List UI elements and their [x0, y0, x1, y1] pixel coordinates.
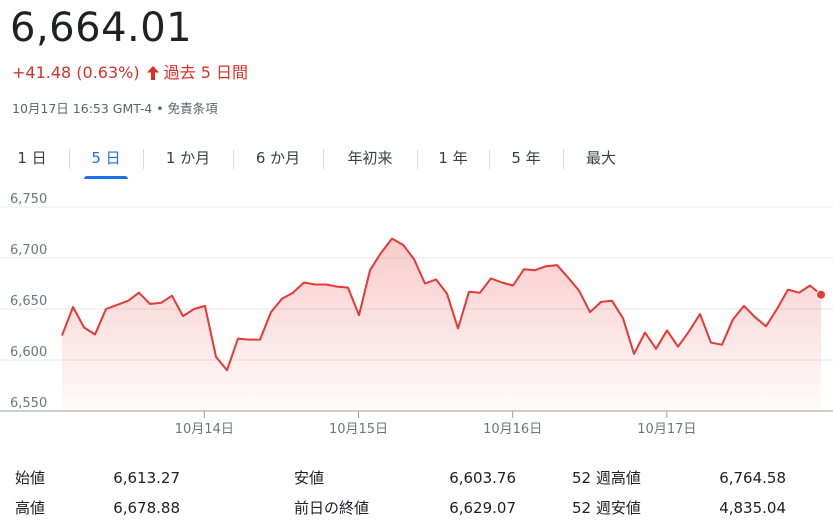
stat-52wk-low-value: 4,835.04: [719, 499, 786, 517]
timestamp: 10月17日 16:53 GMT-4: [12, 101, 153, 116]
stat-open-label: 始値: [15, 469, 46, 487]
stat-52wk-high-label: 52 週高値: [572, 469, 641, 487]
stat-52wk-high-value: 6,764.58: [719, 469, 786, 487]
x-tick-label: 10月16日: [483, 422, 542, 437]
tab-divider: [417, 149, 418, 169]
tab-divider: [233, 149, 234, 169]
y-tick-label: 6,700: [10, 243, 47, 258]
tab-divider: [69, 149, 70, 169]
range-tabs: 1 日 5 日 1 か月 6 か月 年初来 1 年 5 年 最大: [0, 140, 833, 180]
tab-1-day[interactable]: 1 日: [14, 140, 50, 176]
stat-high-label: 高値: [15, 499, 46, 517]
separator-dot: •: [156, 101, 164, 116]
change-period: 過去 5 日間: [163, 63, 248, 82]
stats-table: 始値 6,613.27 高値 6,678.88 安値 6,603.76 前日の終…: [0, 460, 833, 524]
timestamp-row: 10月17日 16:53 GMT-4 • 免責条項: [12, 100, 218, 118]
price-area: [62, 238, 821, 411]
stat-prev-close-value: 6,629.07: [449, 499, 516, 517]
tab-5-year[interactable]: 5 年: [504, 140, 548, 176]
tab-ytd[interactable]: 年初来: [338, 140, 402, 176]
price-value: 6,664.01: [10, 5, 193, 51]
tab-divider: [563, 149, 564, 169]
y-tick-label: 6,750: [10, 192, 47, 207]
y-tick-label: 6,650: [10, 294, 47, 309]
disclaimer-link[interactable]: 免責条項: [168, 101, 218, 116]
y-tick-label: 6,600: [10, 345, 47, 360]
tab-1-year[interactable]: 1 年: [432, 140, 474, 176]
stat-prev-close-label: 前日の終値: [294, 499, 370, 517]
x-tick-label: 10月17日: [637, 422, 696, 437]
price-chart[interactable]: 6,750 6,700 6,650 6,600 6,550 10月14日 10月15日 10月…: [0, 190, 833, 450]
tab-5-day[interactable]: 5 日: [84, 140, 128, 179]
y-tick-label: 6,550: [10, 396, 47, 411]
stat-high-value: 6,678.88: [113, 499, 180, 517]
price-change: +41.48 (0.63%) 過去 5 日間: [12, 62, 248, 84]
stat-low-label: 安値: [294, 469, 325, 487]
change-amount: +41.48 (0.63%): [12, 63, 140, 82]
current-price-dot: [816, 289, 826, 300]
tab-6-month[interactable]: 6 か月: [248, 140, 308, 176]
tab-max[interactable]: 最大: [578, 140, 624, 176]
stat-open-value: 6,613.27: [113, 469, 180, 487]
stat-low-value: 6,603.76: [449, 469, 516, 487]
x-tick-label: 10月14日: [175, 422, 234, 437]
x-tick-label: 10月15日: [329, 422, 388, 437]
tab-divider: [143, 149, 144, 169]
tab-divider: [489, 149, 490, 169]
tab-divider: [323, 149, 324, 169]
tab-1-month[interactable]: 1 か月: [158, 140, 218, 176]
stat-52wk-low-label: 52 週安値: [572, 499, 641, 517]
arrow-up-icon: [146, 66, 159, 80]
